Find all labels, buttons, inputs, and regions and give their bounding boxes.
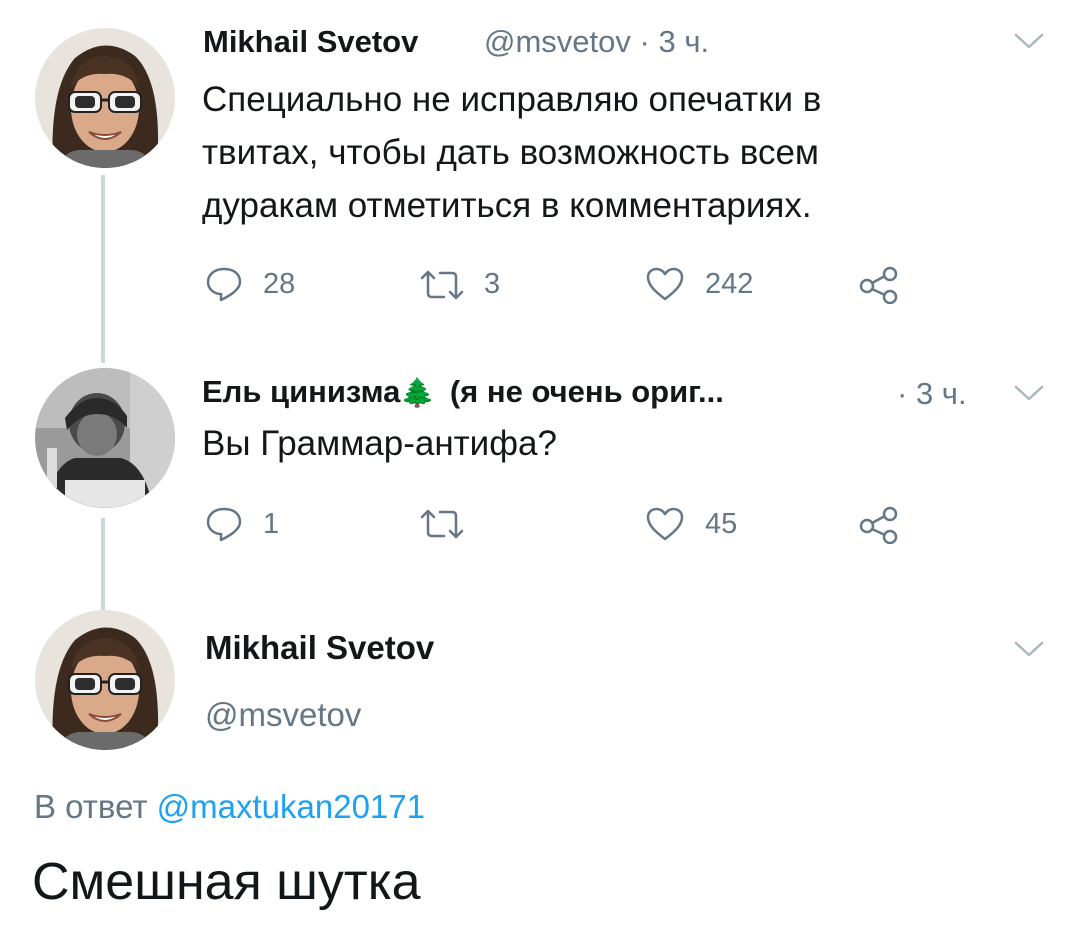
tweet-text-line-3: дуракам отметиться в комментариях. (202, 186, 812, 225)
handle-text: @msvetov (484, 24, 631, 59)
tweet-text: Вы Граммар-антифа? (202, 424, 557, 463)
reply-count: 1 (263, 507, 280, 540)
separator-dot: · (897, 376, 908, 411)
reply-button[interactable]: 28 (205, 266, 295, 302)
author-handle[interactable]: @msvetov · 3 ч. (484, 24, 709, 60)
reply-prefix: В ответ (34, 788, 148, 825)
reply-count: 28 (263, 267, 296, 300)
chevron-down-icon[interactable] (1014, 32, 1044, 55)
avatar-el-cinizma[interactable] (35, 368, 175, 508)
share-button[interactable] (858, 266, 900, 304)
retweet-icon (418, 269, 466, 301)
retweet-icon (418, 508, 466, 540)
heart-icon (645, 506, 685, 542)
reply-context: В ответ @maxtukan20171 (34, 788, 425, 826)
retweet-button[interactable]: 3 (418, 268, 500, 301)
tweet-text-line-2: твитах, чтобы дать возможность всем (202, 133, 819, 172)
reply-button[interactable]: 1 (205, 506, 279, 542)
like-button[interactable]: 45 (645, 506, 737, 542)
separator-dot: · (639, 24, 650, 59)
avatar-mikhail-svetov[interactable] (35, 28, 175, 168)
reply-icon (205, 506, 243, 542)
author-name[interactable]: Ель цинизма🌲 (я не очень ориг... (202, 374, 724, 410)
tree-emoji-icon: 🌲 (400, 377, 436, 408)
author-name-suffix: (я не очень ориг... (449, 374, 724, 409)
author-name[interactable]: Mikhail Svetov (203, 24, 418, 60)
main-tweet-text: Смешная шутка (32, 853, 421, 911)
share-button[interactable] (858, 506, 900, 544)
tweet-text-line-1: Специально не исправляю опечатки в (202, 80, 822, 119)
share-icon (858, 506, 900, 544)
author-name-text: Ель цинизма (202, 374, 401, 409)
tweet-meta[interactable]: · 3 ч. (897, 376, 967, 412)
author-name[interactable]: Mikhail Svetov (205, 629, 434, 667)
thread-line (101, 518, 105, 610)
reply-icon (205, 266, 243, 302)
share-icon (858, 266, 900, 304)
retweet-button[interactable] (418, 508, 486, 540)
like-count: 242 (705, 267, 754, 300)
retweet-count: 3 (484, 268, 501, 300)
like-button[interactable]: 242 (645, 266, 753, 302)
like-count: 45 (705, 507, 738, 540)
tweet-time: 3 ч. (658, 24, 710, 59)
chevron-down-icon[interactable] (1014, 640, 1044, 663)
author-handle[interactable]: @msvetov (205, 696, 361, 734)
thread-line (101, 175, 105, 363)
avatar-mikhail-svetov[interactable] (35, 610, 175, 750)
tweet-time: 3 ч. (915, 376, 967, 411)
chevron-down-icon[interactable] (1014, 384, 1044, 407)
reply-to-link[interactable]: @maxtukan20171 (157, 788, 425, 825)
heart-icon (645, 266, 685, 302)
